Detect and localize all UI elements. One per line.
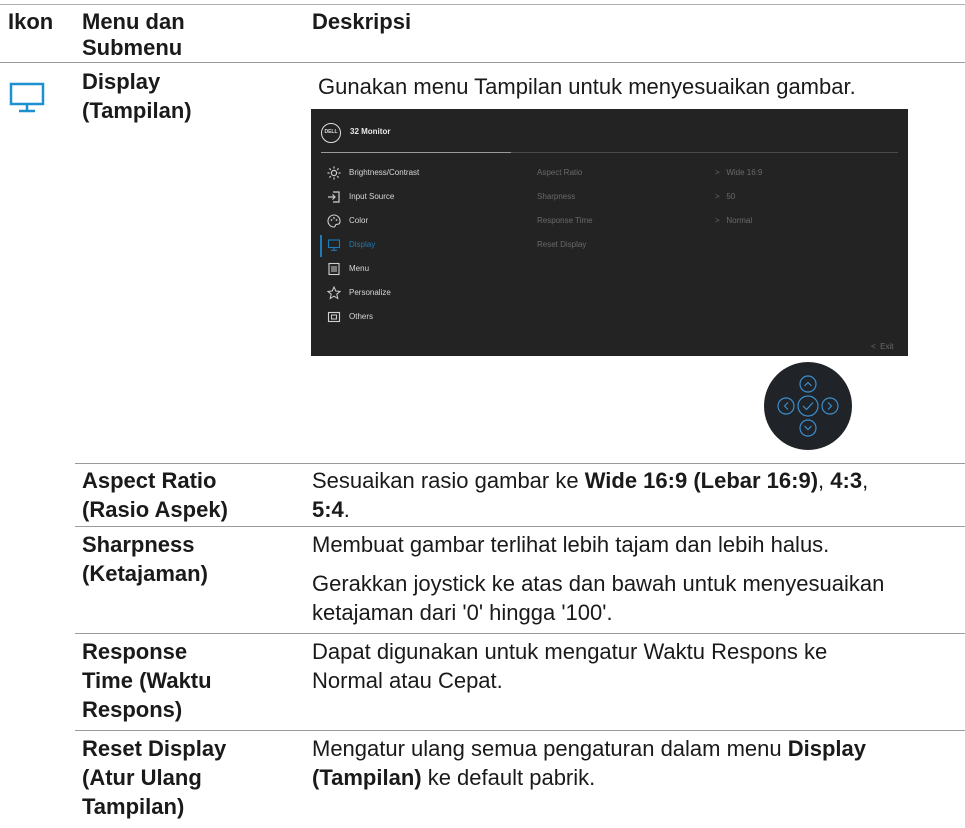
osd-sub-sharpness-value: > 50 <box>715 192 736 201</box>
brightness-icon <box>327 166 341 180</box>
display-menu-name: Display (Tampilan) <box>82 67 272 125</box>
header-menu: Menu dan Submenu <box>82 9 282 61</box>
name-line: Aspect Ratio <box>82 468 217 493</box>
name-line: Reset Display <box>82 736 227 761</box>
sharpness-description-1: Membuat gambar terlihat lebih tajam dan … <box>312 532 830 557</box>
osd-sub-value-text: Normal <box>726 216 753 225</box>
osd-sub-value-text: Wide 16:9 <box>726 168 763 177</box>
osd-sub-sharpness[interactable]: Sharpness <box>537 192 575 201</box>
osd-menu-screenshot: DELL 32 Monitor Brightness/Contrast Inpu… <box>311 109 908 356</box>
desc-bold: Wide 16:9 (Lebar 16:9) <box>584 468 819 493</box>
osd-sub-value-text: 50 <box>726 192 736 201</box>
display-name-line1: Display <box>82 69 161 94</box>
display-description: Gunakan menu Tampilan untuk menyesuaikan… <box>318 74 856 99</box>
osd-header-separator <box>321 152 511 153</box>
osd-title: 32 Monitor <box>350 127 391 136</box>
osd-item-label: Menu <box>349 264 370 273</box>
row-divider <box>75 730 965 731</box>
osd-item-label: Brightness/Contrast <box>349 168 420 177</box>
header-menu-line2: Submenu <box>82 35 183 60</box>
header-menu-line1: Menu dan <box>82 9 185 34</box>
sharpness-name: Sharpness (Ketajaman) <box>82 530 272 588</box>
desc-text: , <box>862 468 869 493</box>
osd-item-others[interactable]: Others <box>311 307 511 329</box>
row-divider <box>75 463 965 464</box>
name-line: (Ketajaman) <box>82 561 208 586</box>
desc-bold: 5:4 <box>312 497 344 522</box>
response-time-description: Dapat digunakan untuk mengatur Waktu Res… <box>312 639 828 693</box>
aspect-ratio-description: Sesuaikan rasio gambar ke Wide 16:9 (Leb… <box>312 466 957 524</box>
osd-sub-reset-display[interactable]: Reset Display <box>537 240 586 249</box>
name-line: (Atur Ulang <box>82 765 202 790</box>
row-divider <box>75 633 965 634</box>
reset-display-name: Reset Display (Atur Ulang Tampilan) <box>82 734 272 821</box>
table-top-border <box>0 4 965 5</box>
reset-display-description: Mengatur ulang semua pengaturan dalam me… <box>312 734 957 792</box>
osd-item-label: Input Source <box>349 192 395 201</box>
osd-item-menu[interactable]: Menu <box>311 259 511 281</box>
desc-text: , <box>818 468 831 493</box>
name-line: Respons) <box>82 697 183 722</box>
osd-sub-aspect-ratio-value: > Wide 16:9 <box>715 168 763 177</box>
aspect-ratio-name: Aspect Ratio (Rasio Aspek) <box>82 466 272 524</box>
sharpness-description-2: Gerakkan joystick ke atas dan bawah untu… <box>312 571 885 625</box>
others-icon <box>327 310 341 324</box>
osd-sub-response-time-value: > Normal <box>715 216 753 225</box>
monitor-icon <box>9 82 45 114</box>
display-name-line2: (Tampilan) <box>82 98 192 123</box>
osd-sub-aspect-ratio[interactable]: Aspect Ratio <box>537 168 582 177</box>
name-line: Sharpness <box>82 532 195 557</box>
header-description: Deskripsi <box>312 9 412 34</box>
joystick-controller <box>764 362 852 450</box>
desc-text: Sesuaikan rasio gambar ke <box>312 468 585 493</box>
desc-text: . <box>343 497 350 522</box>
star-icon <box>326 285 342 300</box>
osd-item-label: Personalize <box>349 288 391 297</box>
name-line: Tampilan) <box>82 794 185 819</box>
desc-text: Mengatur ulang semua pengaturan dalam me… <box>312 736 788 761</box>
desc-text: ke default pabrik. <box>421 765 596 790</box>
osd-sub-response-time[interactable]: Response Time <box>537 216 593 225</box>
header-icon: Ikon <box>8 9 54 34</box>
osd-item-label: Display <box>349 240 376 249</box>
row-divider <box>75 526 965 527</box>
osd-item-label: Color <box>349 216 369 225</box>
display-icon <box>327 238 341 252</box>
osd-exit-label: Exit <box>880 342 894 351</box>
header-divider <box>0 62 965 63</box>
osd-exit-button[interactable]: < Exit <box>871 342 893 351</box>
name-line: Time (Waktu <box>82 668 212 693</box>
color-palette-icon <box>327 214 341 228</box>
menu-icon <box>327 262 341 276</box>
osd-item-display[interactable]: Display <box>311 235 511 257</box>
dell-logo: DELL <box>321 123 341 143</box>
active-indicator <box>320 235 322 257</box>
osd-header-separator-right <box>511 152 898 153</box>
response-time-name: Response Time (Waktu Respons) <box>82 637 272 724</box>
osd-header: DELL 32 Monitor <box>311 109 908 152</box>
name-line: Response <box>82 639 188 664</box>
desc-bold: 4:3 <box>830 468 863 493</box>
osd-item-personalize[interactable]: Personalize <box>311 283 511 305</box>
osd-item-color[interactable]: Color <box>311 211 511 233</box>
input-icon <box>327 190 341 204</box>
osd-item-label: Others <box>349 312 374 321</box>
name-line: (Rasio Aspek) <box>82 497 228 522</box>
osd-item-brightness-contrast[interactable]: Brightness/Contrast <box>311 163 511 185</box>
osd-item-input-source[interactable]: Input Source <box>311 187 511 209</box>
